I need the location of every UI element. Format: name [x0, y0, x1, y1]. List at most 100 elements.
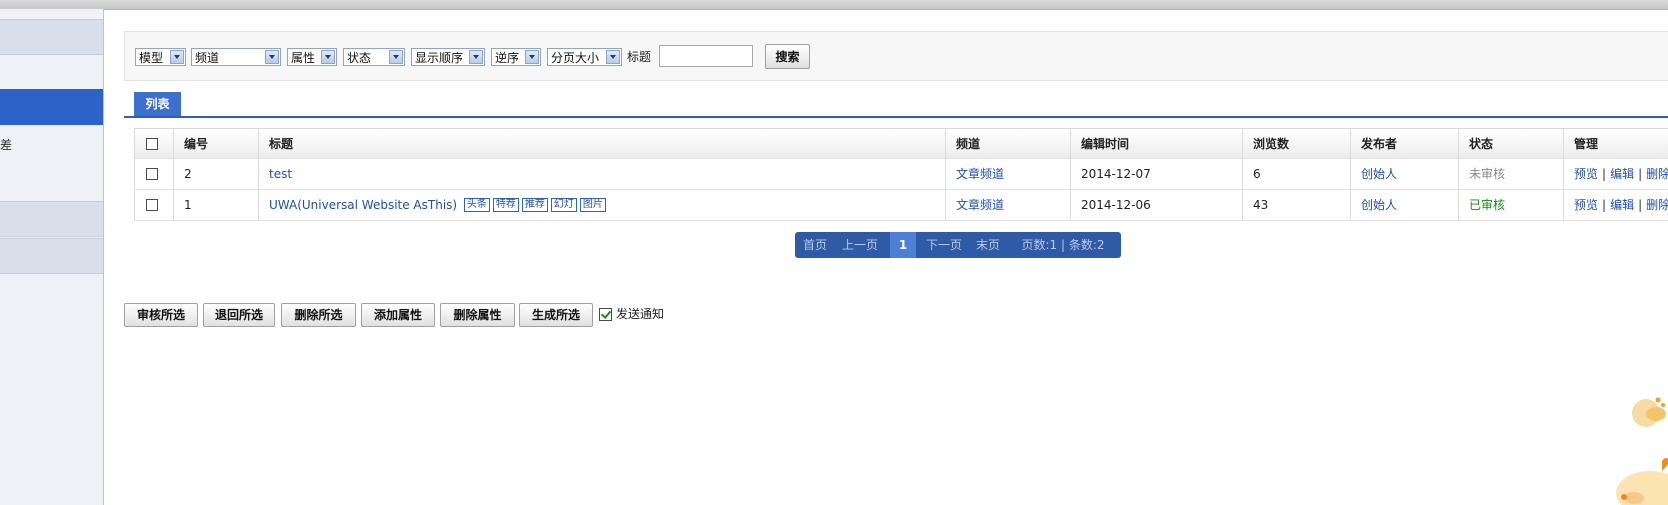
separator: | — [1602, 198, 1607, 212]
row-id: 1 — [173, 190, 258, 220]
search-button[interactable]: 搜索 — [765, 44, 810, 69]
separator: | — [1638, 167, 1643, 181]
row-select-cell — [134, 159, 173, 189]
channel-select-value: 频道 — [195, 51, 220, 65]
row-title-link[interactable]: UWA(Universal Website AsThis) — [269, 198, 457, 212]
chevron-down-icon — [525, 50, 539, 64]
pager-current[interactable]: 1 — [890, 232, 916, 258]
delete-attribute-button[interactable]: 删除属性 — [440, 303, 515, 327]
row-channel-link[interactable]: 文章频道 — [956, 167, 1004, 181]
sidebar: 差 — [0, 9, 104, 505]
sidebar-group-2[interactable] — [0, 238, 103, 274]
row-checkbox[interactable] — [146, 199, 158, 211]
attribute-select[interactable]: 属性 — [287, 48, 337, 66]
header-channel[interactable]: 频道 — [945, 129, 1070, 159]
row-status: 已审核 — [1458, 190, 1563, 220]
attribute-tag-special: 特荐 — [492, 197, 519, 212]
sidebar-item-active[interactable] — [0, 89, 103, 125]
header-select-all-cell — [134, 129, 173, 159]
header-id[interactable]: 编号 — [173, 129, 258, 159]
status-select[interactable]: 状态 — [343, 48, 405, 66]
row-publisher-link[interactable]: 创始人 — [1361, 198, 1397, 212]
model-select[interactable]: 模型 — [135, 48, 186, 66]
row-manage-cell: 预览 | 编辑 | 删除 — [1563, 190, 1668, 220]
row-select-cell — [134, 190, 173, 220]
add-attribute-button[interactable]: 添加属性 — [361, 303, 435, 327]
pager-summary: 页数:1 | 条数:2 — [1021, 238, 1105, 252]
row-channel-link[interactable]: 文章频道 — [956, 198, 1004, 212]
pager-last[interactable]: 末页 — [971, 232, 1005, 258]
row-checkbox[interactable] — [146, 168, 158, 180]
order-direction-select-value: 逆序 — [495, 51, 520, 65]
table-row: 1 UWA(Universal Website AsThis) 头条 特荐 推荐 幻灯… — [134, 190, 1668, 221]
edit-link[interactable]: 编辑 — [1610, 198, 1634, 212]
row-publisher-cell: 创始人 — [1350, 159, 1458, 189]
row-title-cell: test — [258, 159, 945, 189]
channel-select[interactable]: 频道 — [191, 48, 281, 66]
row-edit-time: 2014-12-07 — [1070, 159, 1242, 189]
page-size-select[interactable]: 分页大小 — [547, 48, 622, 66]
title-search-input[interactable] — [659, 45, 753, 67]
chevron-down-icon — [469, 50, 483, 64]
top-toolbar-strip — [0, 0, 1668, 10]
attribute-tag-slideshow: 幻灯 — [550, 197, 577, 212]
row-manage-cell: 预览 | 编辑 | 删除 — [1563, 159, 1668, 189]
row-edit-time: 2014-12-06 — [1070, 190, 1242, 220]
attribute-select-value: 属性 — [291, 51, 316, 65]
delete-link[interactable]: 删除 — [1646, 198, 1668, 212]
header-views[interactable]: 浏览数 — [1242, 129, 1350, 159]
row-status: 未审核 — [1458, 159, 1563, 189]
row-title-cell: UWA(Universal Website AsThis) 头条 特荐 推荐 幻灯 图片 — [258, 190, 945, 220]
delete-selected-button[interactable]: 删除所选 — [281, 303, 356, 327]
chevron-down-icon — [389, 50, 403, 64]
row-publisher-cell: 创始人 — [1350, 190, 1458, 220]
chevron-down-icon — [606, 50, 620, 64]
preview-link[interactable]: 预览 — [1574, 198, 1598, 212]
tab-list[interactable]: 列表 — [134, 92, 181, 116]
header-publisher[interactable]: 发布者 — [1350, 129, 1458, 159]
send-notify-label[interactable]: 发送通知 — [616, 305, 664, 323]
sidebar-item-label-partial[interactable]: 差 — [0, 136, 12, 153]
pager-first[interactable]: 首页 — [795, 232, 835, 258]
row-channel-cell: 文章频道 — [945, 190, 1070, 220]
return-selected-button[interactable]: 退回所选 — [203, 303, 275, 327]
sidebar-group-1[interactable] — [0, 201, 103, 237]
attribute-tag-image: 图片 — [579, 197, 606, 212]
row-views: 43 — [1242, 190, 1350, 220]
display-order-select[interactable]: 显示顺序 — [411, 48, 485, 66]
header-edit-time[interactable]: 编辑时间 — [1070, 129, 1242, 159]
tab-underline — [124, 116, 1668, 118]
table-header-row: 编号 标题 频道 编辑时间 浏览数 发布者 状态 管理 — [134, 128, 1668, 159]
pager-prev[interactable]: 上一页 — [835, 232, 885, 258]
display-order-select-value: 显示顺序 — [415, 51, 464, 65]
select-all-checkbox[interactable] — [146, 138, 158, 150]
mascot-decoration — [1616, 397, 1668, 505]
attribute-tag-headline: 头条 — [463, 197, 490, 212]
preview-link[interactable]: 预览 — [1574, 167, 1598, 181]
chevron-down-icon — [170, 50, 184, 64]
row-title-link[interactable]: test — [269, 167, 292, 181]
title-filter-label: 标题 — [627, 50, 652, 64]
generate-selected-button[interactable]: 生成所选 — [519, 303, 593, 327]
table-row: 2 test 文章频道 2014-12-07 6 创始人 未审核 预览 | 编辑 | 删… — [134, 159, 1668, 190]
edit-link[interactable]: 编辑 — [1610, 167, 1634, 181]
filter-bar: 模型 频道 属性 状态 显示顺序 逆序 分页大小 标题 搜索 — [124, 31, 1668, 81]
header-manage: 管理 — [1563, 129, 1668, 159]
delete-link[interactable]: 删除 — [1646, 167, 1668, 181]
pager-next[interactable]: 下一页 — [919, 232, 969, 258]
separator: | — [1602, 167, 1607, 181]
page-size-select-value: 分页大小 — [551, 51, 600, 65]
order-direction-select[interactable]: 逆序 — [491, 48, 541, 66]
send-notify-checkbox[interactable] — [599, 308, 612, 321]
row-views: 6 — [1242, 159, 1350, 189]
sidebar-header-block — [0, 19, 103, 55]
header-status[interactable]: 状态 — [1458, 129, 1563, 159]
pagination: 首页 上一页 1 下一页 末页 页数:1 | 条数:2 — [795, 232, 1121, 258]
approve-selected-button[interactable]: 审核所选 — [124, 303, 198, 327]
chevron-down-icon — [321, 50, 335, 64]
attribute-tag-recommend: 推荐 — [521, 197, 548, 212]
header-title[interactable]: 标题 — [258, 129, 945, 159]
row-publisher-link[interactable]: 创始人 — [1361, 167, 1397, 181]
status-select-value: 状态 — [347, 51, 372, 65]
model-select-value: 模型 — [139, 51, 164, 65]
